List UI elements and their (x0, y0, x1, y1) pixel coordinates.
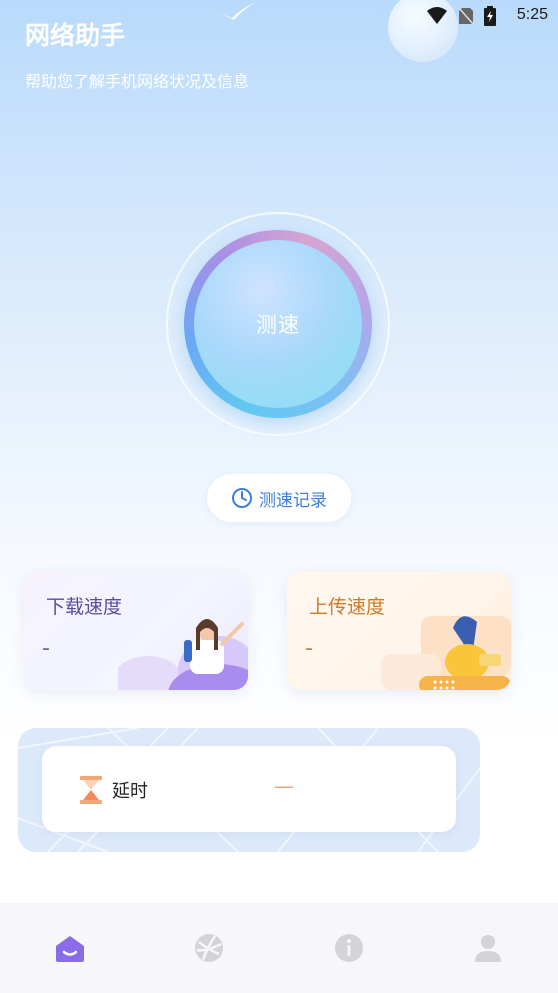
bottom-nav (0, 903, 558, 993)
info-icon (334, 934, 363, 962)
user-icon (475, 935, 502, 962)
wifi-icon (427, 7, 447, 24)
latency-card: 延时 — (42, 746, 456, 832)
status-time: 5:25 (516, 6, 548, 23)
battery-charging-icon (484, 6, 496, 26)
home-icon (55, 936, 84, 962)
download-speed-title: 下载速度 (46, 596, 123, 618)
clock-icon (232, 488, 252, 508)
no-sim-icon (458, 7, 474, 25)
download-speed-value: - (42, 636, 50, 661)
speedtest-button-label: 测速 (256, 313, 300, 337)
speedtest-history-label: 测速记录 (259, 490, 327, 511)
download-illustration (118, 619, 248, 690)
status-icons (426, 6, 496, 26)
app-title: 网络助手 (25, 21, 126, 50)
status-bar: 5:25 (358, 0, 558, 32)
nav-item-home[interactable] (40, 918, 100, 978)
latency-label: 延时 (112, 781, 148, 802)
globe-icon (195, 934, 224, 962)
upload-illustration (381, 616, 511, 690)
bird-decoration (210, 2, 256, 20)
speedtest-button[interactable]: 测速 (194, 240, 362, 408)
upload-speed-title: 上传速度 (309, 596, 386, 618)
upload-speed-value: - (305, 636, 313, 661)
nav-item-info[interactable] (319, 918, 379, 978)
speedtest-history-button[interactable]: 测速记录 (207, 474, 351, 522)
hourglass-icon (80, 776, 102, 804)
nav-item-network[interactable] (179, 918, 239, 978)
nav-item-profile[interactable] (458, 918, 518, 978)
latency-value: — (274, 774, 294, 798)
app-subtitle: 帮助您了解手机网络状况及信息 (25, 72, 250, 91)
download-speed-card: 下载速度 - (24, 572, 248, 690)
upload-speed-card: 上传速度 - (287, 572, 511, 690)
